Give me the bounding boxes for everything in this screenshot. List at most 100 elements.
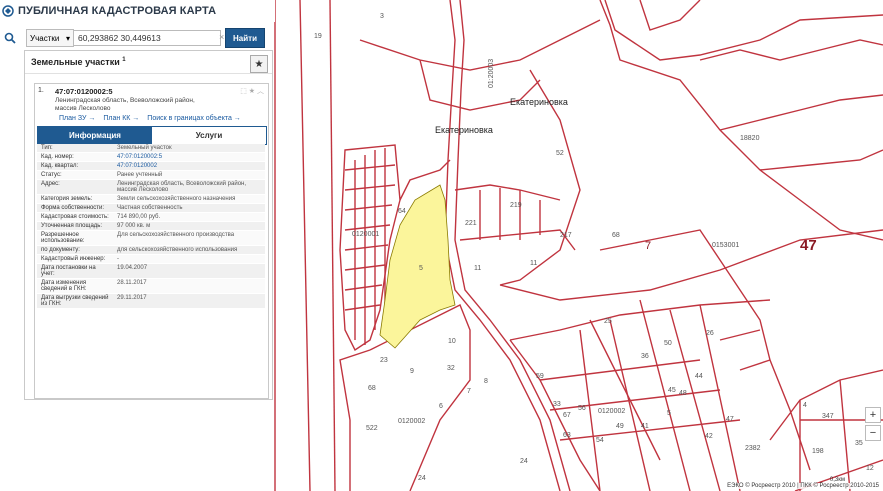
cadastral-id[interactable]: 47:07:0120002:5	[55, 87, 113, 96]
info-row: Уточненная площадь: 97 000 кв. м	[37, 222, 265, 231]
zoom-out-button[interactable]: −	[865, 425, 881, 441]
panel-title: Земельные участки 1	[31, 57, 126, 67]
info-value: -	[117, 256, 119, 262]
info-value: Земли сельскохозяйственного назначения	[117, 196, 236, 202]
svg-text:217: 217	[560, 232, 572, 239]
info-value: Ранее учтенный	[117, 172, 163, 178]
info-key: Кад. номер:	[41, 154, 74, 160]
info-key: Адрес:	[41, 181, 60, 187]
info-key: Тип:	[41, 145, 53, 151]
favorite-star-icon[interactable]: ★	[250, 55, 268, 73]
results-panel: Земельные участки 1 ★ 1. 47:07:0120002:5…	[24, 50, 273, 400]
svg-text:59: 59	[536, 373, 544, 380]
svg-text:36: 36	[641, 353, 649, 360]
info-key: Кадастровый инженер:	[41, 256, 106, 262]
info-key: Кадастровая стоимость:	[41, 214, 109, 220]
svg-text:54: 54	[596, 437, 604, 444]
svg-text:5: 5	[419, 265, 423, 272]
svg-text:68: 68	[368, 385, 376, 392]
info-row: Статус: Ранее учтенный	[37, 171, 265, 180]
svg-text:25: 25	[604, 318, 612, 325]
info-row: Дата выгрузки сведений из ГКН: 29.11.2017	[37, 294, 265, 309]
svg-text:Екатериновка: Екатериновка	[510, 97, 568, 107]
svg-text:4: 4	[803, 402, 807, 409]
svg-text:9: 9	[410, 368, 414, 375]
svg-text:32: 32	[447, 365, 455, 372]
zoom-controls: + −	[865, 407, 881, 443]
info-value: 19.04.2007	[117, 265, 148, 271]
svg-text:12: 12	[866, 465, 874, 472]
info-value: 28.11.2017	[117, 280, 147, 286]
info-row: по документу: для сельскохозяйственного и…	[37, 246, 265, 255]
svg-text:49: 49	[616, 423, 624, 430]
svg-text:0120001: 0120001	[352, 231, 379, 238]
svg-text:01:20003: 01:20003	[488, 59, 495, 88]
parcel-address: Ленинградская область, Всеволожский райо…	[55, 97, 195, 112]
svg-text:24: 24	[418, 475, 426, 482]
info-table: Тип: Земельный участок Кад. номер: 47:07:01…	[37, 144, 265, 309]
search-input[interactable]	[74, 30, 221, 46]
svg-text:48: 48	[679, 390, 687, 397]
info-value[interactable]: 47:07:0120002:5	[115, 153, 265, 161]
svg-text:7: 7	[645, 240, 651, 252]
panel-header: Земельные участки 1	[25, 51, 272, 74]
info-key: Кад. квартал:	[41, 163, 79, 169]
svg-text:24: 24	[520, 458, 528, 465]
svg-text:219: 219	[510, 202, 522, 209]
svg-text:221: 221	[465, 220, 477, 227]
info-value[interactable]: 47:07:0120002	[115, 162, 265, 170]
svg-text:19: 19	[314, 33, 322, 40]
svg-text:8: 8	[484, 378, 488, 385]
svg-text:3: 3	[380, 13, 384, 20]
svg-text:Екатериновка: Екатериновка	[435, 125, 493, 135]
svg-text:26: 26	[706, 330, 714, 337]
search-icon[interactable]	[0, 28, 20, 48]
info-row: Тип: Земельный участок	[37, 144, 265, 153]
info-key: Категория земель:	[41, 196, 93, 202]
svg-text:68: 68	[612, 232, 620, 239]
app-title: ПУБЛИЧНАЯ КАДАСТРОВАЯ КАРТА	[18, 5, 217, 17]
result-count: 1	[122, 57, 126, 63]
info-key: по документу:	[41, 247, 80, 253]
chevron-down-icon: ▾	[65, 33, 70, 43]
tab-services[interactable]: Услуги	[152, 127, 266, 144]
svg-text:47: 47	[726, 416, 734, 423]
svg-text:45: 45	[668, 387, 676, 394]
info-value: 29.11.2017	[117, 295, 147, 301]
zoom-in-button[interactable]: +	[865, 407, 881, 423]
info-key: Дата выгрузки сведений из ГКН:	[41, 295, 109, 307]
link-plan-kk[interactable]: План КК →	[103, 115, 139, 122]
card-actions-icon[interactable]: ⬚ ★ ︿	[240, 86, 264, 96]
logo-icon	[2, 5, 14, 17]
svg-text:35: 35	[855, 440, 863, 447]
svg-text:23: 23	[380, 357, 388, 364]
svg-text:0153001: 0153001	[712, 242, 739, 249]
attribution: ЕЭКО © Росреестр 2010 | ПКК © Росреестр …	[725, 483, 881, 489]
clear-icon[interactable]: ×	[219, 32, 224, 42]
svg-text:5: 5	[667, 410, 671, 417]
info-row: Адрес: Ленинградская область, Всеволожски…	[37, 180, 265, 195]
info-key: Уточненная площадь:	[41, 223, 103, 229]
svg-text:10: 10	[448, 338, 456, 345]
link-search-bounds[interactable]: Поиск в границах объекта →	[147, 115, 241, 122]
info-row: Кадастровая стоимость: 714 890,00 руб.	[37, 213, 265, 222]
svg-text:7: 7	[467, 388, 471, 395]
tab-bar: Информация Услуги	[37, 126, 267, 145]
svg-text:0120002: 0120002	[398, 418, 425, 425]
card-links: План ЗУ → План КК → Поиск в границах объ…	[59, 115, 241, 122]
svg-text:11: 11	[530, 260, 537, 267]
info-row: Кад. квартал: 47:07:0120002	[37, 162, 265, 171]
svg-text:522: 522	[366, 425, 378, 432]
info-value: Частная собственность	[117, 205, 183, 211]
svg-text:44: 44	[695, 373, 703, 380]
tab-info[interactable]: Информация	[38, 127, 152, 144]
info-key: Статус:	[41, 172, 62, 178]
svg-text:42: 42	[705, 433, 713, 440]
svg-text:50: 50	[664, 340, 672, 347]
link-plan-zu[interactable]: План ЗУ →	[59, 115, 95, 122]
svg-text:47: 47	[800, 237, 817, 254]
info-row: Кад. номер: 47:07:0120002:5	[37, 153, 265, 162]
find-button[interactable]: Найти	[225, 28, 265, 48]
svg-text:52: 52	[556, 150, 564, 157]
search-type-select[interactable]: Участки ▾	[26, 29, 74, 47]
